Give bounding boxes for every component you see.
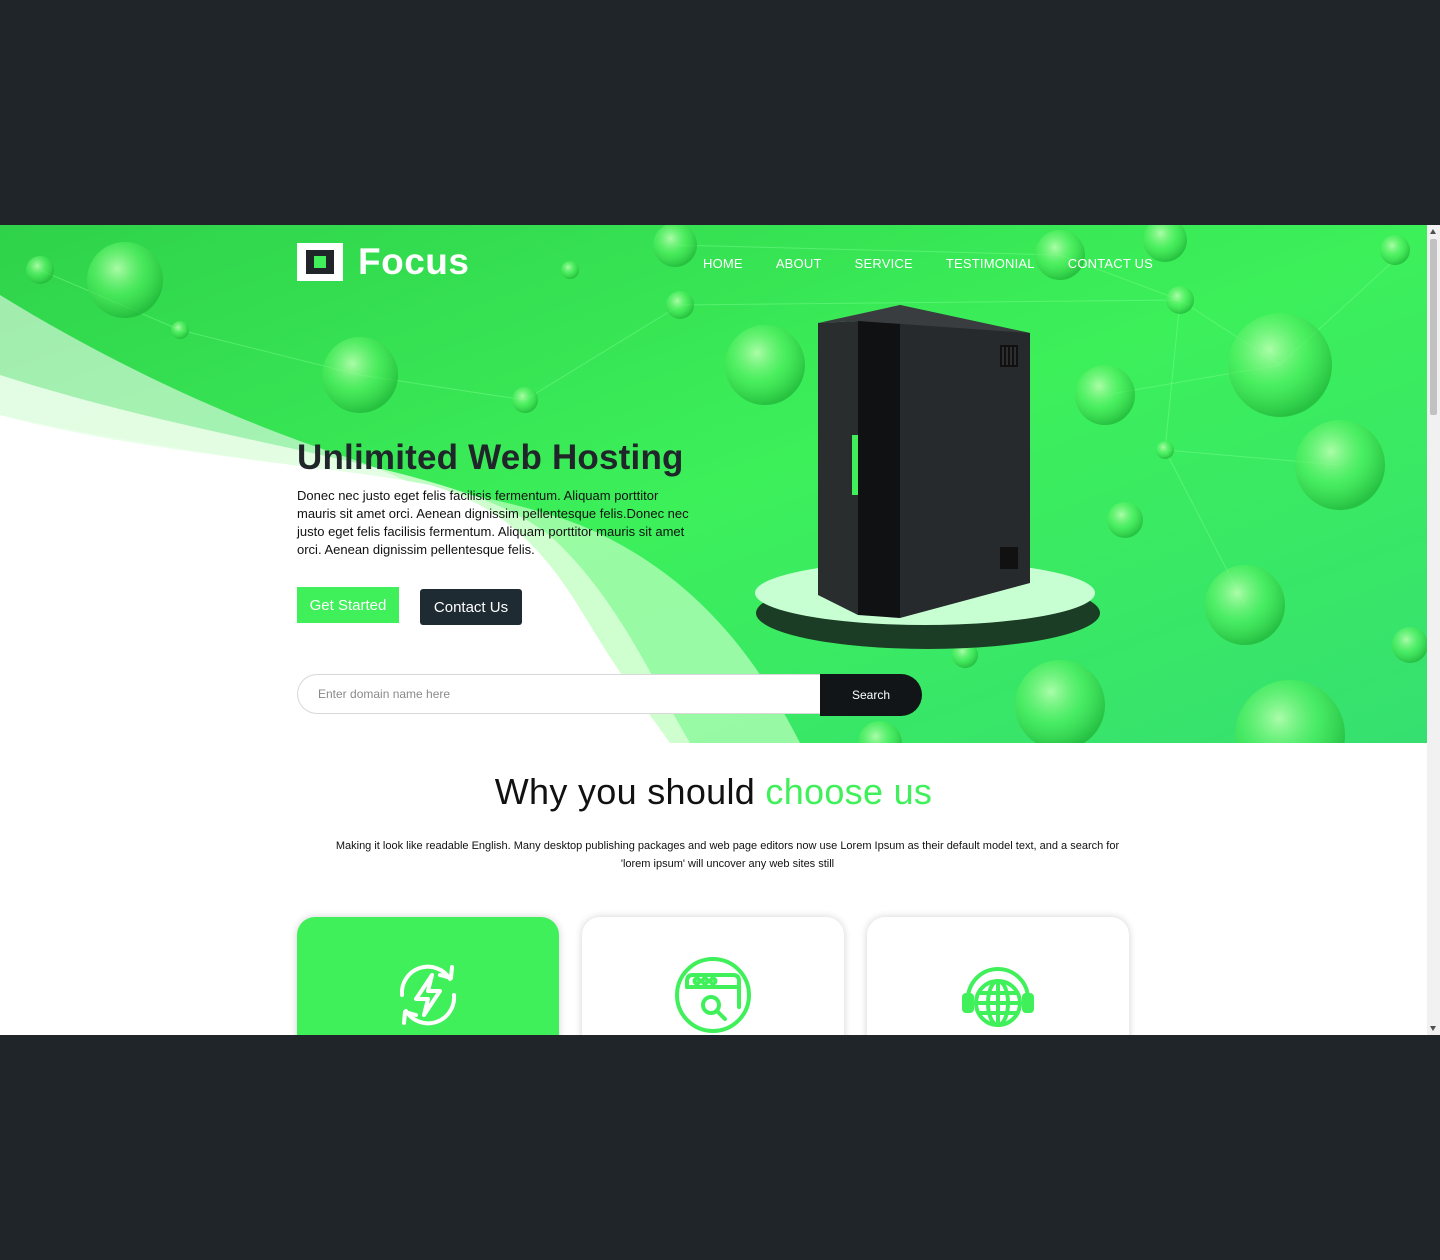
hero-background xyxy=(0,225,1427,743)
nav-contact-us[interactable]: CONTACT US xyxy=(1068,256,1153,271)
globe-headset-icon xyxy=(962,967,1034,1027)
hero-title: Unlimited Web Hosting xyxy=(297,438,684,477)
nav-about[interactable]: ABOUT xyxy=(776,256,822,271)
browser-search-icon xyxy=(675,957,751,1033)
contact-us-button[interactable]: Contact Us xyxy=(420,589,522,625)
server-image xyxy=(818,305,1030,618)
brand-logo[interactable]: Focus xyxy=(297,241,469,283)
logo-mark-icon xyxy=(297,243,343,281)
domain-search: Enter domain name here Search xyxy=(297,674,922,716)
refresh-lightning-icon xyxy=(399,964,457,1026)
why-title-accent: choose us xyxy=(765,771,933,812)
why-title-main: Why you should xyxy=(494,771,766,812)
feature-card-1[interactable] xyxy=(297,917,559,1035)
vertical-scrollbar[interactable] xyxy=(1427,225,1440,1035)
nav-service[interactable]: SERVICE xyxy=(855,256,913,271)
scroll-down-arrow-icon[interactable] xyxy=(1430,1026,1436,1031)
hero-description: Donec nec justo eget felis facilisis fer… xyxy=(297,488,689,557)
feature-card-2[interactable] xyxy=(582,917,844,1035)
scrollbar-thumb[interactable] xyxy=(1430,239,1437,415)
get-started-button[interactable]: Get Started xyxy=(297,587,399,623)
why-choose-us-text: Making it look like readable English. Ma… xyxy=(335,840,1120,870)
hero-section: Focus HOME ABOUT SERVICE TESTIMONIAL CON… xyxy=(0,225,1427,743)
search-button[interactable]: Search xyxy=(820,674,922,716)
main-nav: HOME ABOUT SERVICE TESTIMONIAL CONTACT U… xyxy=(703,256,1186,271)
domain-search-input[interactable]: Enter domain name here xyxy=(297,674,837,714)
why-choose-us-title: Why you should choose us xyxy=(0,771,1427,813)
feature-card-3[interactable] xyxy=(867,917,1129,1035)
nav-home[interactable]: HOME xyxy=(703,256,743,271)
nav-testimonial[interactable]: TESTIMONIAL xyxy=(946,256,1035,271)
browser-viewport: Focus HOME ABOUT SERVICE TESTIMONIAL CON… xyxy=(0,225,1440,1035)
brand-name: Focus xyxy=(358,241,470,282)
scroll-up-arrow-icon[interactable] xyxy=(1430,229,1436,234)
page: Focus HOME ABOUT SERVICE TESTIMONIAL CON… xyxy=(0,225,1427,1035)
